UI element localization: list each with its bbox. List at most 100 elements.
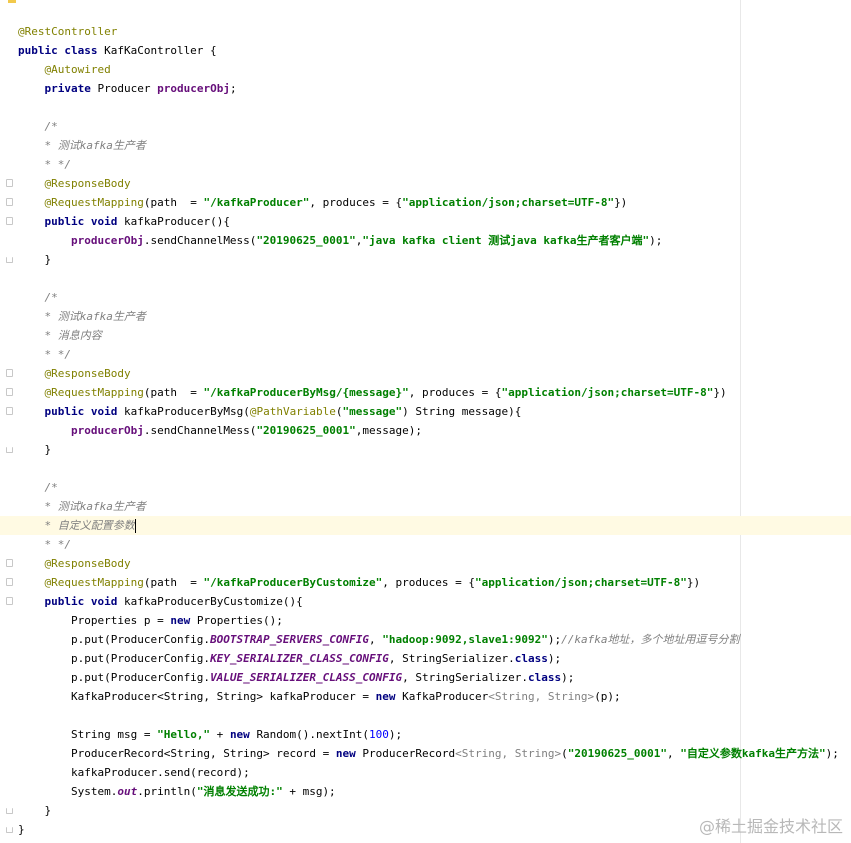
code-token: ); <box>547 652 562 665</box>
code-token: kafkaProducer(){ <box>123 215 230 228</box>
code-token: new <box>170 614 197 627</box>
fold-marker-icon[interactable] <box>6 217 13 225</box>
code-line[interactable]: * 测试kafka生产者 <box>0 497 851 516</box>
code-token: ) String message){ <box>402 405 522 418</box>
code-token: * 自定义配置参数 <box>44 519 135 532</box>
fold-marker-icon[interactable] <box>6 597 13 605</box>
code-token: } <box>18 253 52 266</box>
code-line[interactable]: p.put(ProducerConfig.BOOTSTRAP_SERVERS_C… <box>0 630 851 649</box>
code-token: (path = <box>143 196 204 209</box>
code-token: "Hello," <box>157 728 211 741</box>
code-token: new <box>229 728 257 741</box>
code-line[interactable]: * */ <box>0 155 851 174</box>
code-token: * 测试kafka生产者 <box>44 139 146 152</box>
code-token: @Autowired <box>44 63 111 76</box>
code-line[interactable]: * 自定义配置参数 <box>0 516 851 535</box>
code-line[interactable]: } <box>0 440 851 459</box>
fold-marker-icon[interactable] <box>6 827 13 833</box>
code-line[interactable]: public void kafkaProducerByCustomize(){ <box>0 592 851 611</box>
code-token: * */ <box>44 158 72 171</box>
code-line[interactable]: @ResponseBody <box>0 364 851 383</box>
code-line[interactable]: @RestController <box>0 22 851 41</box>
code-lines[interactable]: @RestController public class KafKaControl… <box>0 22 851 839</box>
fold-marker-icon[interactable] <box>6 179 13 187</box>
code-line[interactable]: p.put(ProducerConfig.KEY_SERIALIZER_CLAS… <box>0 649 851 668</box>
code-token: ); <box>388 728 403 741</box>
code-line[interactable] <box>0 706 851 725</box>
fold-marker-icon[interactable] <box>6 198 13 206</box>
code-token: kafkaProducerByCustomize(){ <box>123 595 303 608</box>
code-token: .sendChannelMess( <box>143 424 257 437</box>
code-line[interactable]: * 测试kafka生产者 <box>0 136 851 155</box>
code-token: p.put(ProducerConfig. <box>18 652 211 665</box>
fold-marker-icon[interactable] <box>6 257 13 263</box>
code-line[interactable]: @ResponseBody <box>0 174 851 193</box>
code-line[interactable]: /* <box>0 117 851 136</box>
code-line[interactable]: public void kafkaProducerByMsg(@PathVari… <box>0 402 851 421</box>
code-line[interactable]: @RequestMapping(path = "/kafkaProducerBy… <box>0 573 851 592</box>
code-line[interactable]: /* <box>0 288 851 307</box>
code-line[interactable]: @RequestMapping(path = "/kafkaProducer",… <box>0 193 851 212</box>
fold-marker-icon[interactable] <box>6 578 13 586</box>
code-line[interactable]: * 测试kafka生产者 <box>0 307 851 326</box>
code-token: @RequestMapping <box>44 576 144 589</box>
code-editor[interactable]: @RestController public class KafKaControl… <box>0 0 851 843</box>
code-token: /* <box>44 481 58 494</box>
code-line[interactable]: System.out.println("消息发送成功:" + msg); <box>0 782 851 801</box>
fold-marker-icon[interactable] <box>6 388 13 396</box>
code-token: + msg); <box>282 785 336 798</box>
code-line[interactable]: public class KafKaController { <box>0 41 851 60</box>
code-line[interactable]: private Producer producerObj; <box>0 79 851 98</box>
code-line[interactable]: p.put(ProducerConfig.VALUE_SERIALIZER_CL… <box>0 668 851 687</box>
code-line[interactable] <box>0 459 851 478</box>
code-token: @RequestMapping <box>44 386 144 399</box>
code-line[interactable]: /* <box>0 478 851 497</box>
code-token: "/kafkaProducerByCustomize" <box>203 576 383 589</box>
fold-marker-icon[interactable] <box>6 369 13 377</box>
code-line[interactable]: @Autowired <box>0 60 851 79</box>
code-line[interactable]: @RequestMapping(path = "/kafkaProducerBy… <box>0 383 851 402</box>
code-line[interactable]: ProducerRecord<String, String> record = … <box>0 744 851 763</box>
fold-marker-icon[interactable] <box>6 559 13 567</box>
code-line[interactable]: } <box>0 250 851 269</box>
code-token: (path = <box>143 576 204 589</box>
code-line[interactable]: * 消息内容 <box>0 326 851 345</box>
code-line[interactable]: String msg = "Hello," + new Random().nex… <box>0 725 851 744</box>
code-line[interactable]: * */ <box>0 535 851 554</box>
code-token: "20190625_0001" <box>567 747 668 760</box>
code-line[interactable]: @ResponseBody <box>0 554 851 573</box>
code-line[interactable]: producerObj.sendChannelMess("20190625_00… <box>0 421 851 440</box>
fold-marker-icon[interactable] <box>6 447 13 453</box>
code-token: ); <box>547 633 562 646</box>
code-line[interactable]: Properties p = new Properties(); <box>0 611 851 630</box>
code-token: private <box>44 82 98 95</box>
code-token: p.put(ProducerConfig. <box>18 633 211 646</box>
code-token: } <box>18 804 52 817</box>
code-token: Random().nextInt( <box>256 728 370 741</box>
code-token: } <box>18 443 52 456</box>
code-token: "/kafkaProducerByMsg/{message}" <box>203 386 409 399</box>
code-token: "/kafkaProducer" <box>203 196 310 209</box>
code-line[interactable]: producerObj.sendChannelMess("20190625_00… <box>0 231 851 250</box>
code-line[interactable]: KafkaProducer<String, String> kafkaProdu… <box>0 687 851 706</box>
fold-marker-icon[interactable] <box>6 808 13 814</box>
code-token: /* <box>44 120 58 133</box>
code-line[interactable] <box>0 269 851 288</box>
code-token: (p); <box>594 690 621 703</box>
code-line[interactable] <box>0 98 851 117</box>
code-line[interactable]: public void kafkaProducer(){ <box>0 212 851 231</box>
fold-marker-icon[interactable] <box>6 407 13 415</box>
watermark: @稀土掘金技术社区 <box>698 817 843 836</box>
code-line[interactable]: * */ <box>0 345 851 364</box>
code-token: "message" <box>342 405 403 418</box>
code-line[interactable]: kafkaProducer.send(record); <box>0 763 851 782</box>
